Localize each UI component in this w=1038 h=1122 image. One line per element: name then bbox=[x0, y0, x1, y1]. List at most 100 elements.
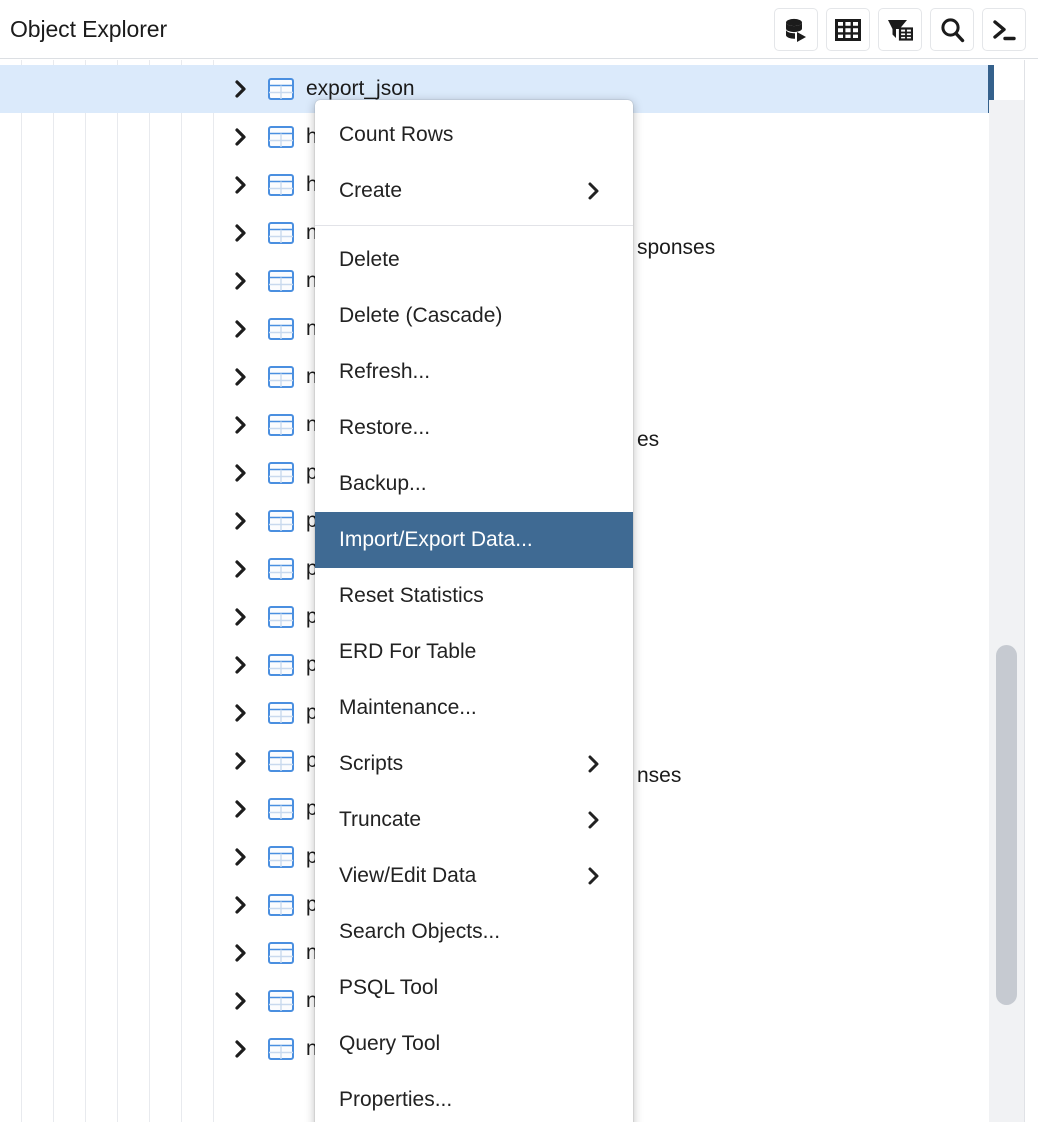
chevron-right-icon[interactable] bbox=[231, 942, 251, 964]
table-icon bbox=[268, 510, 294, 532]
search-icon-button[interactable] bbox=[930, 8, 974, 51]
context-menu-item[interactable]: Scripts bbox=[315, 736, 633, 792]
chevron-right-icon[interactable] bbox=[231, 222, 251, 244]
table-icon bbox=[268, 462, 294, 484]
context-menu-item-label: ERD For Table bbox=[339, 640, 477, 663]
table-icon bbox=[268, 414, 294, 436]
context-menu-item[interactable]: Search Objects... bbox=[315, 904, 633, 960]
page-title: Object Explorer bbox=[10, 16, 168, 42]
table-icon bbox=[268, 222, 294, 244]
tree-row-label-partial: es bbox=[637, 428, 660, 451]
context-menu-item[interactable]: Create bbox=[315, 163, 633, 219]
menu-separator bbox=[315, 225, 633, 226]
table-icon bbox=[268, 798, 294, 820]
context-menu-item-label: Query Tool bbox=[339, 1032, 441, 1055]
context-menu-item-label: Properties... bbox=[339, 1088, 453, 1111]
context-menu-item[interactable]: ERD For Table bbox=[315, 624, 633, 680]
context-menu-item[interactable]: Properties... bbox=[315, 1072, 633, 1122]
chevron-right-icon[interactable] bbox=[231, 510, 251, 532]
context-menu-item[interactable]: Maintenance... bbox=[315, 680, 633, 736]
context-menu-item[interactable]: PSQL Tool bbox=[315, 960, 633, 1016]
table-icon bbox=[268, 846, 294, 868]
table-icon bbox=[268, 894, 294, 916]
chevron-right-icon[interactable] bbox=[231, 414, 251, 436]
table-icon bbox=[268, 126, 294, 148]
context-menu-item-label: Import/Export Data... bbox=[339, 528, 533, 551]
table-icon bbox=[268, 318, 294, 340]
context-menu-item[interactable]: Query Tool bbox=[315, 1016, 633, 1072]
chevron-right-icon bbox=[587, 810, 615, 830]
context-menu-item[interactable]: Delete (Cascade) bbox=[315, 288, 633, 344]
context-menu-item[interactable]: Reset Statistics bbox=[315, 568, 633, 624]
chevron-right-icon[interactable] bbox=[231, 78, 251, 100]
database-connect-icon bbox=[783, 17, 809, 43]
table-icon bbox=[268, 270, 294, 292]
context-menu-item-label: PSQL Tool bbox=[339, 976, 439, 999]
chevron-right-icon[interactable] bbox=[231, 558, 251, 580]
table-icon bbox=[268, 990, 294, 1012]
chevron-right-icon[interactable] bbox=[231, 318, 251, 340]
table-icon bbox=[268, 558, 294, 580]
chevron-right-icon[interactable] bbox=[231, 750, 251, 772]
chevron-right-icon[interactable] bbox=[231, 366, 251, 388]
table-grid-icon-button[interactable] bbox=[826, 8, 870, 51]
context-menu-item-label: Backup... bbox=[339, 472, 427, 495]
scrollbar-thumb[interactable] bbox=[996, 645, 1017, 1005]
context-menu-item[interactable]: Refresh... bbox=[315, 344, 633, 400]
context-menu-item-label: Delete (Cascade) bbox=[339, 304, 503, 327]
chevron-right-icon[interactable] bbox=[231, 462, 251, 484]
chevron-right-icon[interactable] bbox=[231, 1038, 251, 1060]
context-menu-item-label: Search Objects... bbox=[339, 920, 501, 943]
table-icon bbox=[268, 942, 294, 964]
table-icon bbox=[268, 366, 294, 388]
chevron-right-icon[interactable] bbox=[231, 606, 251, 628]
chevron-right-icon bbox=[587, 866, 615, 886]
chevron-right-icon[interactable] bbox=[231, 126, 251, 148]
panel-header: Object Explorer bbox=[0, 0, 1038, 59]
chevron-right-icon[interactable] bbox=[231, 174, 251, 196]
context-menu-item-label: Count Rows bbox=[339, 123, 454, 146]
tree-row-label-partial: nses bbox=[637, 764, 682, 787]
chevron-right-icon[interactable] bbox=[231, 270, 251, 292]
context-menu-item-label: Scripts bbox=[339, 752, 404, 775]
table-icon bbox=[268, 174, 294, 196]
context-menu-item[interactable]: Backup... bbox=[315, 456, 633, 512]
context-menu-item-label: Restore... bbox=[339, 416, 431, 439]
chevron-right-icon bbox=[587, 754, 615, 774]
chevron-right-icon[interactable] bbox=[231, 798, 251, 820]
terminal-icon bbox=[991, 17, 1017, 43]
context-menu-item[interactable]: Truncate bbox=[315, 792, 633, 848]
chevron-right-icon[interactable] bbox=[231, 654, 251, 676]
context-menu-item-label: Truncate bbox=[339, 808, 422, 831]
chevron-right-icon[interactable] bbox=[231, 846, 251, 868]
context-menu-item[interactable]: Restore... bbox=[315, 400, 633, 456]
context-menu[interactable]: Count Rows Create Delete Delete (Cascade) Re… bbox=[315, 100, 633, 1122]
table-icon bbox=[268, 654, 294, 676]
terminal-icon-button[interactable] bbox=[982, 8, 1026, 51]
header-toolbar bbox=[774, 8, 1026, 51]
context-menu-item-label: Maintenance... bbox=[339, 696, 477, 719]
object-explorer-panel: Object Explorer export_json h h n n n n … bbox=[0, 0, 1038, 1122]
chevron-right-icon[interactable] bbox=[231, 894, 251, 916]
table-icon bbox=[268, 702, 294, 724]
filter-table-icon bbox=[887, 17, 913, 42]
search-icon bbox=[939, 17, 965, 43]
chevron-right-icon bbox=[587, 181, 615, 201]
chevron-right-icon[interactable] bbox=[231, 702, 251, 724]
context-menu-item-label: Create bbox=[339, 179, 403, 202]
tree-row-label-partial: sponses bbox=[637, 236, 716, 259]
context-menu-item[interactable]: View/Edit Data bbox=[315, 848, 633, 904]
context-menu-item[interactable]: Count Rows bbox=[315, 107, 633, 163]
context-menu-item-label: Delete bbox=[339, 248, 400, 271]
vertical-scrollbar[interactable] bbox=[989, 100, 1024, 1122]
filter-table-icon-button[interactable] bbox=[878, 8, 922, 51]
context-menu-item-label: View/Edit Data bbox=[339, 864, 477, 887]
table-grid-icon bbox=[835, 18, 861, 42]
database-connect-icon-button[interactable] bbox=[774, 8, 818, 51]
context-menu-item[interactable]: Delete bbox=[315, 232, 633, 288]
context-menu-item-label: Refresh... bbox=[339, 360, 431, 383]
context-menu-item-label: Reset Statistics bbox=[339, 584, 484, 607]
table-icon bbox=[268, 78, 294, 100]
chevron-right-icon[interactable] bbox=[231, 990, 251, 1012]
context-menu-item[interactable]: Import/Export Data... bbox=[315, 512, 633, 568]
